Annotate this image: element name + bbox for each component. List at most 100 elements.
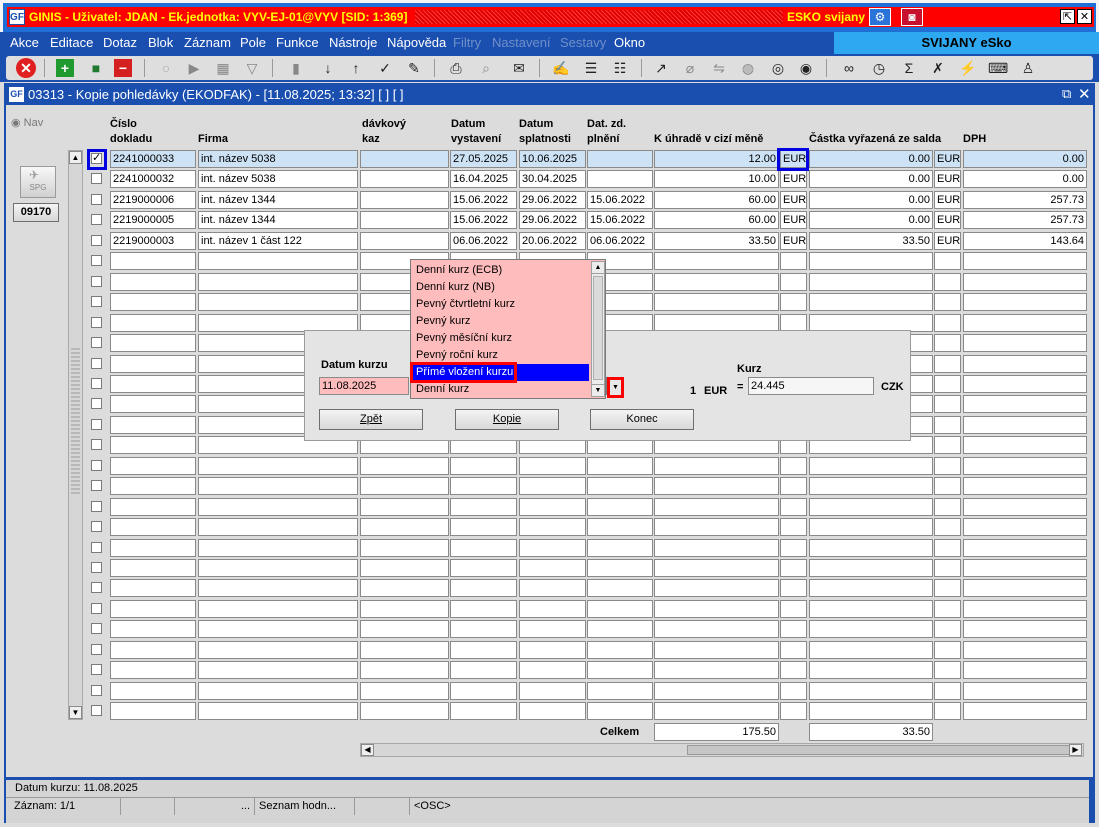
rss-icon[interactable]: ◙ [901, 8, 923, 26]
grid-cell-cislo[interactable] [110, 518, 196, 536]
grid-cell-castka[interactable] [809, 641, 933, 659]
grid-cell-firma[interactable] [198, 641, 358, 659]
glasses-icon[interactable]: ∞ [839, 59, 859, 77]
grid-cell-spl[interactable] [519, 600, 586, 618]
grid-cell-spl[interactable] [519, 539, 586, 557]
grid-cell-mena2[interactable] [934, 273, 961, 291]
grid-cell[interactable] [360, 170, 449, 188]
rate-current-value[interactable]: Denní kurz [413, 381, 589, 398]
grid-cell-dph[interactable] [963, 620, 1087, 638]
grid-cell-firma[interactable]: int. název 1344 [198, 191, 358, 209]
scroll-up-icon[interactable]: ▲ [69, 151, 82, 164]
grid-cell-spl[interactable] [519, 579, 586, 597]
grid-cell-vyst[interactable] [450, 539, 517, 557]
grid-cell-dph[interactable] [963, 600, 1087, 618]
grid-cell-dph[interactable] [963, 457, 1087, 475]
grid-cell-dph[interactable] [963, 314, 1087, 332]
grid-cell-mena2[interactable] [934, 436, 961, 454]
grid-cell-mena[interactable] [780, 559, 807, 577]
grid-cell-kuhr[interactable] [654, 252, 779, 270]
grid-cell-cislo[interactable] [110, 273, 196, 291]
vertical-scrollbar[interactable]: ▲ ▼ [68, 150, 83, 720]
grid-cell-kuhr[interactable] [654, 641, 779, 659]
check-icon[interactable]: ✓ [375, 59, 395, 77]
grid-cell-cislo[interactable] [110, 682, 196, 700]
grid-cell[interactable] [360, 600, 449, 618]
wrench-icon[interactable]: ✎ [404, 59, 424, 77]
grid-cell-castka[interactable] [809, 539, 933, 557]
globe-icon[interactable]: ◍ [738, 59, 758, 77]
grid-cell-firma[interactable] [198, 252, 358, 270]
grid-cell-dph[interactable] [963, 579, 1087, 597]
grid-cell-castka[interactable] [809, 252, 933, 270]
grid-cell-cislo[interactable] [110, 498, 196, 516]
dropdown-arrow-icon[interactable]: ▼ [607, 377, 624, 398]
print-icon[interactable]: ⎙ [446, 59, 466, 77]
grid-cell-mena[interactable] [780, 273, 807, 291]
grid-cell-kuhr[interactable] [654, 457, 779, 475]
row-checkbox[interactable] [91, 562, 102, 573]
grid-cell-vyst[interactable]: 06.06.2022 [450, 232, 517, 250]
grid-cell-kuhr[interactable] [654, 477, 779, 495]
grid-cell-mena2[interactable] [934, 416, 961, 434]
grid-cell-castka[interactable] [809, 559, 933, 577]
row-checkbox[interactable] [91, 705, 102, 716]
grid-cell-dph[interactable] [963, 641, 1087, 659]
grid-cell-dph[interactable] [963, 416, 1087, 434]
grid-cell-castka[interactable] [809, 293, 933, 311]
print-preview-icon[interactable]: ⌕ [476, 59, 496, 77]
grid-cell-kuhr[interactable] [654, 518, 779, 536]
grid-cell-dph[interactable] [963, 375, 1087, 393]
grid-cell-cislo[interactable]: 2219000003 [110, 232, 196, 250]
row-checkbox[interactable] [91, 644, 102, 655]
grid-cell[interactable] [360, 150, 449, 168]
grid-cell-mena2[interactable] [934, 395, 961, 413]
grid-cell[interactable] [360, 661, 449, 679]
grid-cell[interactable] [360, 191, 449, 209]
open-external-icon[interactable]: ↗ [651, 59, 671, 77]
grid-cell-vyst[interactable] [450, 600, 517, 618]
grid-cell-cislo[interactable] [110, 395, 196, 413]
grid-cell-mena[interactable] [780, 477, 807, 495]
chart-icon[interactable]: ▮ [286, 59, 306, 77]
grid-cell[interactable] [360, 539, 449, 557]
grid-cell-mena2[interactable] [934, 334, 961, 352]
grid-cell-firma[interactable] [198, 518, 358, 536]
grid-cell-mena2[interactable] [934, 477, 961, 495]
grid-cell-dph[interactable]: 143.64 [963, 232, 1087, 250]
grid-cell-cislo[interactable] [110, 641, 196, 659]
grid-cell-spl[interactable] [519, 457, 586, 475]
grid-cell-castka[interactable]: 0.00 [809, 191, 933, 209]
menu-funkce[interactable]: Funkce [276, 35, 319, 50]
grid-cell-mena2[interactable] [934, 559, 961, 577]
row-checkbox[interactable] [91, 337, 102, 348]
row-checkbox[interactable] [91, 685, 102, 696]
menu-zaznam[interactable]: Záznam [184, 35, 231, 50]
grid-cell-kuhr[interactable]: 12.00 [654, 150, 779, 168]
grid-cell-zd[interactable] [587, 682, 653, 700]
menu-filtry[interactable]: Filtry [453, 35, 481, 50]
reader-icon[interactable]: ♙ [1018, 59, 1038, 77]
grid-cell-firma[interactable]: int. název 5038 [198, 170, 358, 188]
scroll-thumb[interactable] [687, 745, 1071, 755]
script-icon[interactable]: ⚡ [958, 59, 978, 77]
grid-cell[interactable] [360, 518, 449, 536]
grid-cell-cislo[interactable] [110, 314, 196, 332]
grid-cell[interactable] [360, 211, 449, 229]
attachment-icon[interactable]: ⌀ [680, 59, 700, 77]
grid-cell-castka[interactable] [809, 682, 933, 700]
grid-cell-mena[interactable] [780, 579, 807, 597]
row-checkbox[interactable] [91, 480, 102, 491]
grid-cell-dph[interactable] [963, 477, 1087, 495]
grid-cell-kuhr[interactable] [654, 702, 779, 720]
grid-cell-zd[interactable]: 06.06.2022 [587, 232, 653, 250]
grid-cell-zd[interactable]: 15.06.2022 [587, 211, 653, 229]
keyboard-icon[interactable]: ⌨ [988, 59, 1008, 77]
grid-cell-mena2[interactable] [934, 457, 961, 475]
menu-nastroje[interactable]: Nástroje [329, 35, 377, 50]
copy-button[interactable]: Kopie [455, 409, 559, 430]
grid-cell-cislo[interactable] [110, 600, 196, 618]
grid-cell-cislo[interactable] [110, 252, 196, 270]
grid-cell-mena[interactable] [780, 293, 807, 311]
scroll-grip[interactable] [71, 346, 80, 496]
